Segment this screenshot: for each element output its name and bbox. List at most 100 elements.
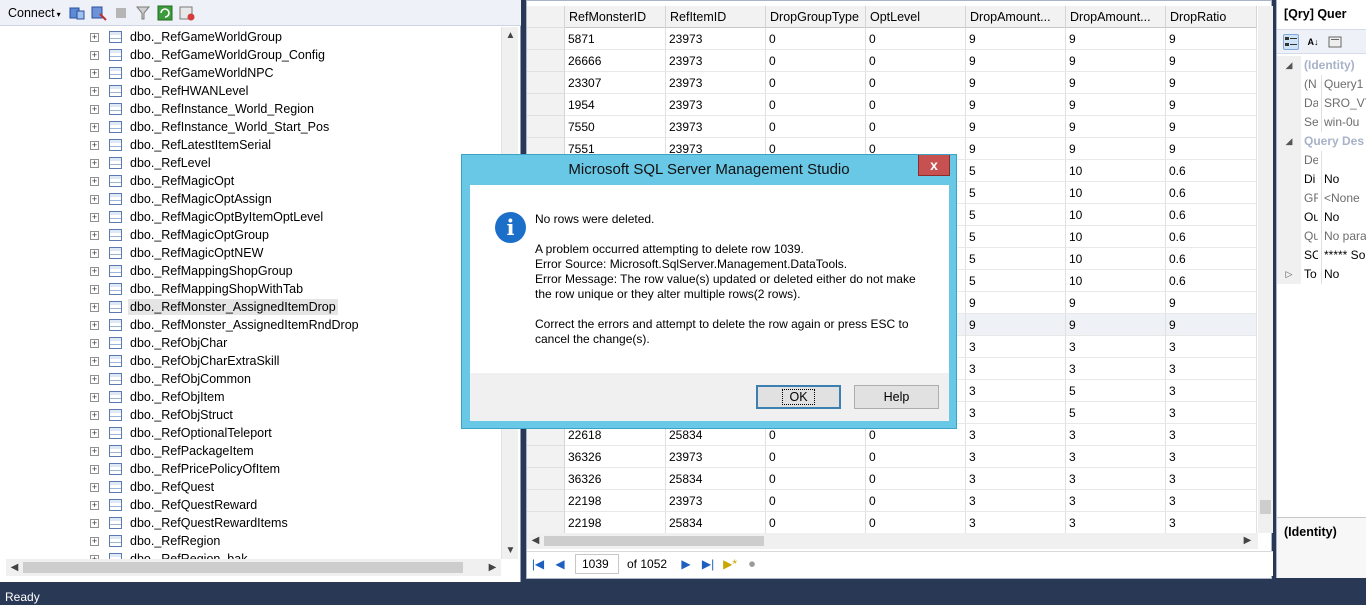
table-cell[interactable]: 3 — [1166, 402, 1257, 424]
tree-node-table[interactable]: + dbo._RefInstance_World_Region — [90, 100, 316, 118]
expand-collapse-icon[interactable]: ▷ — [1277, 265, 1301, 284]
table-cell[interactable]: 3 — [966, 446, 1066, 468]
table-cell[interactable]: 7550 — [565, 116, 666, 138]
activity-monitor-icon[interactable] — [179, 5, 195, 21]
table-row[interactable]: 5871 23973 0 0 9 9 9 — [527, 28, 1257, 50]
table-cell[interactable]: 3 — [1066, 512, 1166, 533]
tree-node-table[interactable]: + dbo._RefLatestItemSerial — [90, 136, 273, 154]
table-cell[interactable]: 0.6 — [1166, 204, 1257, 226]
expand-icon[interactable]: + — [90, 158, 99, 168]
property-category[interactable]: ◢ (Identity) — [1277, 56, 1366, 75]
property-value[interactable]: <None — [1321, 189, 1360, 208]
tree-node-table[interactable]: + dbo._RefMonster_AssignedItemDrop — [90, 298, 338, 316]
property-value[interactable] — [1321, 151, 1324, 170]
tree-node-table[interactable]: + dbo._RefObjItem — [90, 388, 227, 406]
property-row[interactable]: Se win-0u — [1277, 113, 1366, 132]
property-row[interactable]: GF <None — [1277, 189, 1366, 208]
table-cell[interactable]: 0 — [866, 28, 966, 50]
table-cell[interactable]: 9 — [966, 138, 1066, 160]
expand-icon[interactable]: + — [90, 536, 99, 546]
connect-object-explorer-icon[interactable] — [69, 5, 85, 21]
table-cell[interactable]: 3 — [1066, 490, 1166, 512]
tree-node-table[interactable]: + dbo._RefQuestRewardItems — [90, 514, 290, 532]
table-cell[interactable]: 9 — [1166, 94, 1257, 116]
table-cell[interactable]: 0 — [866, 72, 966, 94]
table-cell[interactable]: 0 — [766, 512, 866, 533]
table-cell[interactable]: 0 — [766, 72, 866, 94]
property-value[interactable]: No para — [1321, 227, 1366, 246]
table-cell[interactable]: 3 — [1166, 446, 1257, 468]
table-cell[interactable]: 0.6 — [1166, 248, 1257, 270]
row-selector[interactable] — [527, 50, 565, 72]
table-row[interactable]: 22198 25834 0 0 3 3 3 — [527, 512, 1257, 533]
table-row[interactable]: 22198 23973 0 0 3 3 3 — [527, 490, 1257, 512]
table-cell[interactable]: 0 — [766, 50, 866, 72]
expand-icon[interactable]: + — [90, 284, 99, 294]
table-row[interactable]: 1954 23973 0 0 9 9 9 — [527, 94, 1257, 116]
tree-node-table[interactable]: + dbo._RefRegion_bak — [90, 550, 249, 559]
previous-record-icon[interactable]: ◀ — [549, 554, 571, 574]
table-cell[interactable]: 23973 — [666, 490, 766, 512]
grid-vertical-scrollbar[interactable] — [1258, 6, 1273, 533]
table-cell[interactable]: 9 — [966, 72, 1066, 94]
object-explorer-horizontal-scrollbar[interactable]: ◀ ▶ — [6, 559, 501, 576]
table-cell[interactable]: 0 — [766, 446, 866, 468]
table-cell[interactable]: 9 — [966, 28, 1066, 50]
table-cell[interactable]: 0.6 — [1166, 182, 1257, 204]
row-selector[interactable] — [527, 490, 565, 512]
last-record-icon[interactable]: ▶| — [697, 554, 719, 574]
table-cell[interactable]: 10 — [1066, 182, 1166, 204]
property-value[interactable]: Query1 — [1321, 75, 1363, 94]
table-cell[interactable]: 3 — [966, 336, 1066, 358]
table-cell[interactable]: 5 — [1066, 402, 1166, 424]
table-cell[interactable]: 25834 — [666, 512, 766, 533]
table-row[interactable]: 26666 23973 0 0 9 9 9 — [527, 50, 1257, 72]
property-row[interactable]: (N Query1 — [1277, 75, 1366, 94]
refresh-icon[interactable] — [157, 5, 173, 21]
property-category[interactable]: ◢ Query Des — [1277, 132, 1366, 151]
expand-icon[interactable]: + — [90, 68, 99, 78]
grid-horizontal-scrollbar[interactable]: ◀ ▶ — [527, 533, 1258, 549]
table-cell[interactable]: 0 — [866, 512, 966, 533]
tree-node-table[interactable]: + dbo._RefGameWorldNPC — [90, 64, 276, 82]
expand-icon[interactable]: + — [90, 266, 99, 276]
table-cell[interactable]: 23973 — [666, 116, 766, 138]
expand-icon[interactable]: + — [90, 518, 99, 528]
table-cell[interactable]: 0 — [866, 446, 966, 468]
tree-node-table[interactable]: + dbo._RefMappingShopGroup — [90, 262, 295, 280]
table-cell[interactable]: 3 — [966, 512, 1066, 533]
expand-icon[interactable]: + — [90, 230, 99, 240]
expand-icon[interactable]: + — [90, 338, 99, 348]
table-cell[interactable]: 9 — [1066, 28, 1166, 50]
tree-node-table[interactable]: + dbo._RefGameWorldGroup_Config — [90, 46, 327, 64]
tree-node-table[interactable]: + dbo._RefGameWorldGroup — [90, 28, 284, 46]
table-cell[interactable]: 3 — [1066, 358, 1166, 380]
table-cell[interactable]: 5 — [966, 204, 1066, 226]
tree-node-table[interactable]: + dbo._RefHWANLevel — [90, 82, 250, 100]
alphabetical-sort-icon[interactable]: A↓ — [1305, 34, 1321, 50]
disconnect-icon[interactable] — [91, 5, 107, 21]
table-cell[interactable]: 0 — [866, 468, 966, 490]
table-cell[interactable]: 10 — [1066, 160, 1166, 182]
table-cell[interactable]: 0 — [766, 468, 866, 490]
expand-icon[interactable]: + — [90, 392, 99, 402]
table-cell[interactable]: 3 — [1066, 424, 1166, 446]
table-cell[interactable]: 5 — [1066, 380, 1166, 402]
property-row[interactable]: Qu No para — [1277, 227, 1366, 246]
expand-icon[interactable]: + — [90, 320, 99, 330]
table-cell[interactable]: 9 — [1066, 50, 1166, 72]
table-cell[interactable]: 3 — [1166, 358, 1257, 380]
table-cell[interactable]: 9 — [1066, 314, 1166, 336]
table-cell[interactable]: 3 — [1166, 512, 1257, 533]
table-cell[interactable]: 9 — [1166, 292, 1257, 314]
column-header[interactable]: DropAmount... — [966, 6, 1066, 28]
row-selector[interactable] — [527, 116, 565, 138]
scroll-left-icon[interactable]: ◀ — [527, 533, 544, 549]
table-cell[interactable]: 3 — [966, 424, 1066, 446]
table-row[interactable]: 36326 25834 0 0 3 3 3 — [527, 468, 1257, 490]
tree-node-table[interactable]: + dbo._RefMagicOptByItemOptLevel — [90, 208, 325, 226]
row-selector[interactable] — [527, 512, 565, 533]
expand-icon[interactable]: + — [90, 212, 99, 222]
row-selector[interactable] — [527, 72, 565, 94]
close-icon[interactable]: x — [918, 155, 950, 176]
